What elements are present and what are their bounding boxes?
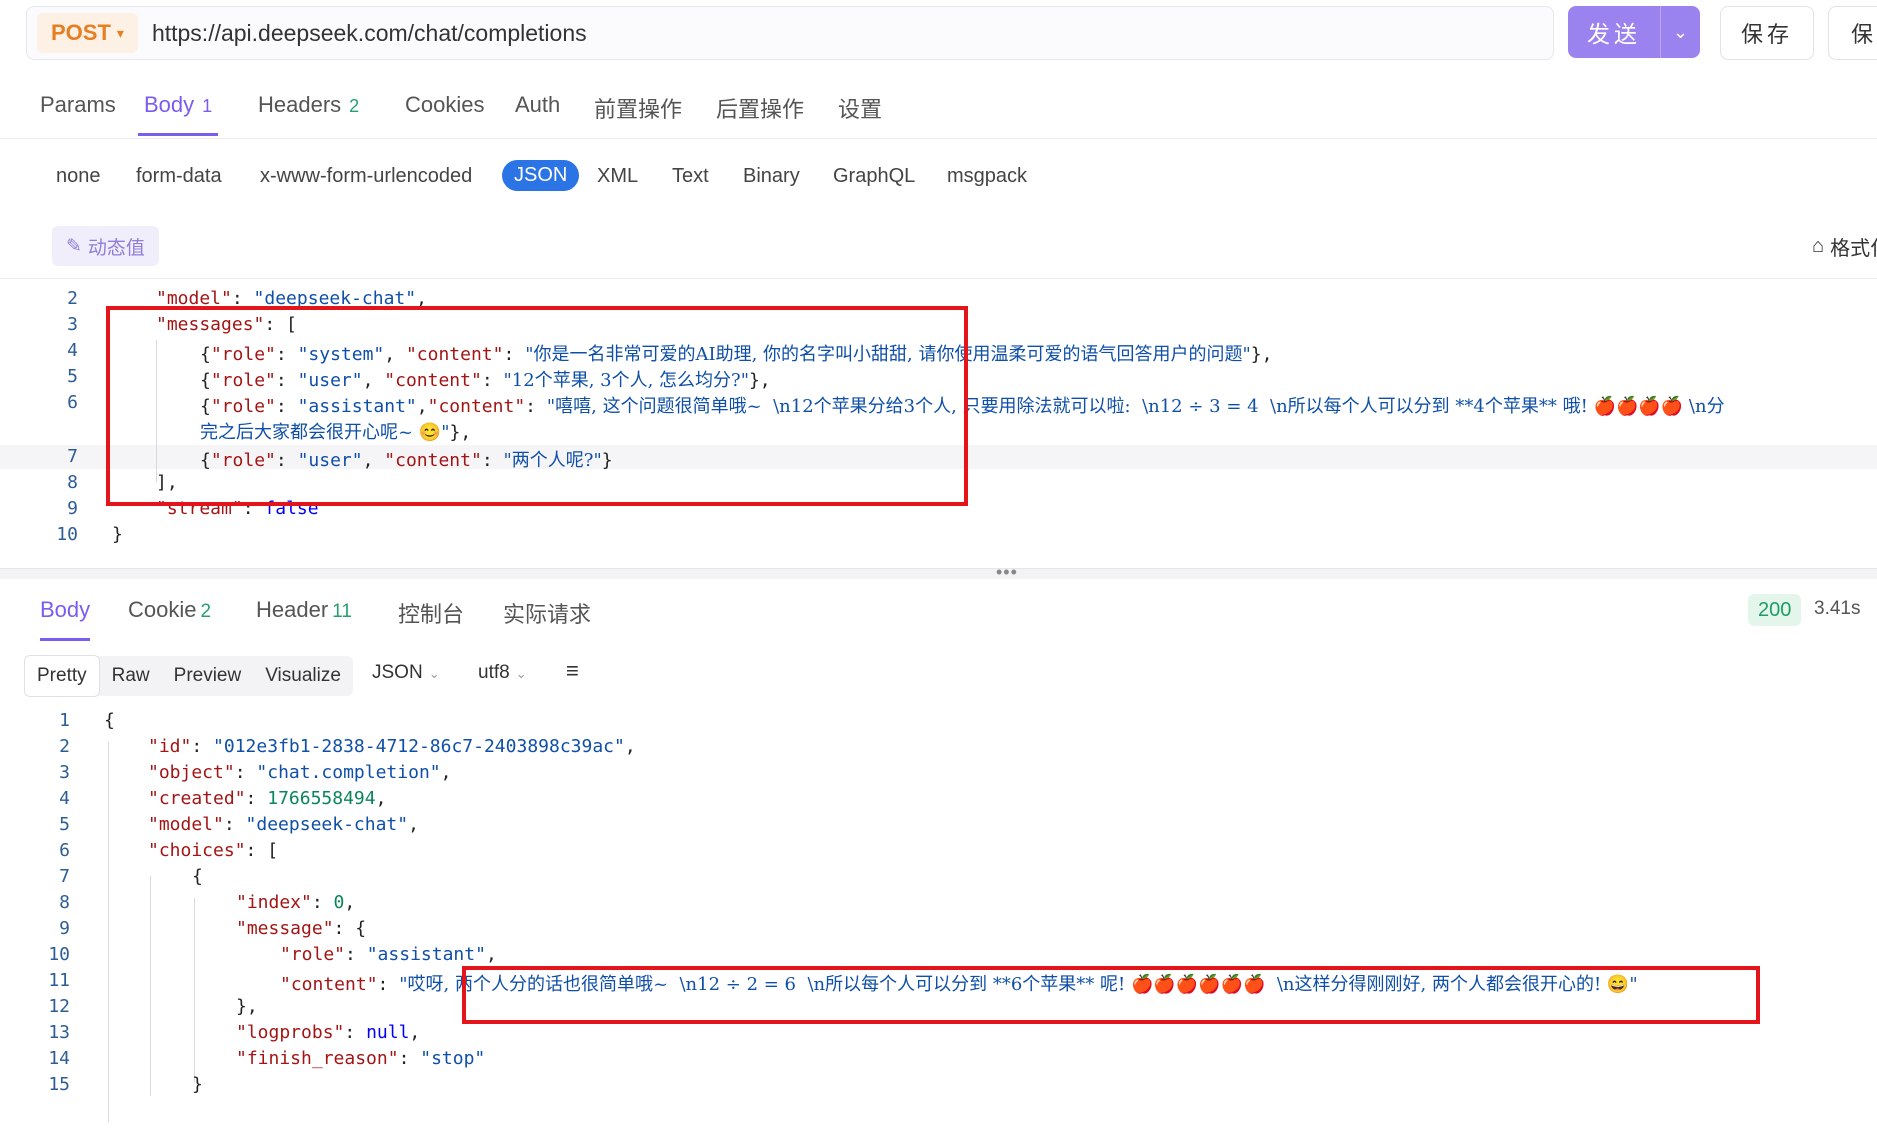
send-button[interactable]: 发送 ⌄ — [1568, 6, 1700, 58]
indent-guide — [194, 898, 195, 1082]
view-raw[interactable]: Raw — [100, 656, 162, 696]
body-type-none[interactable]: none — [56, 165, 101, 188]
code-line: } — [192, 1074, 203, 1095]
body-type-binary[interactable]: Binary — [743, 165, 800, 188]
chevron-down-icon: ▾ — [116, 24, 124, 41]
code-line: "object": "chat.completion", — [148, 762, 452, 783]
tab-pre-script[interactable]: 前置操作 — [594, 92, 682, 136]
body-type-urlencoded[interactable]: x-www-form-urlencoded — [260, 165, 472, 188]
drag-handle-icon[interactable]: ••• — [996, 562, 1018, 583]
dynamic-value-button[interactable]: ✎ 动态值 — [52, 226, 159, 266]
format-button[interactable]: ⌂ 格式化 — [1812, 232, 1877, 261]
indent-guide — [108, 742, 109, 1122]
code-line: }, — [236, 996, 258, 1017]
body-type-text[interactable]: Text — [672, 165, 709, 188]
tab-body[interactable]: Body 1 — [137, 92, 219, 136]
resp-tab-header[interactable]: Header 11 — [256, 597, 352, 623]
tab-cookies[interactable]: Cookies — [405, 92, 484, 136]
dynamic-value-label: 动态值 — [87, 237, 145, 259]
resp-tab-console[interactable]: 控制台 — [398, 597, 464, 629]
code-line: "logprobs": null, — [236, 1022, 421, 1043]
code-line: "id": "012e3fb1-2838-4712-86c7-2403898c3… — [148, 736, 636, 757]
view-visualize[interactable]: Visualize — [253, 656, 353, 696]
save-as-label: 保存 — [1851, 22, 1877, 47]
resp-tab-cookie[interactable]: Cookie 2 — [128, 597, 211, 623]
status-badge: 200 — [1748, 594, 1802, 626]
resp-tab-body[interactable]: Body — [40, 597, 91, 641]
chevron-down-icon[interactable]: ⌄ — [1661, 22, 1700, 43]
body-type-form-data[interactable]: form-data — [136, 165, 222, 188]
response-view-switch: Pretty Raw Preview Visualize — [24, 655, 353, 697]
tab-post-script[interactable]: 后置操作 — [716, 92, 804, 136]
chevron-down-icon: ⌄ — [428, 666, 440, 681]
view-pretty[interactable]: Pretty — [24, 655, 100, 697]
body-type-xml[interactable]: XML — [597, 165, 638, 188]
send-label: 发送 — [1587, 21, 1641, 47]
save-button[interactable]: 保存 — [1720, 6, 1814, 60]
tab-auth[interactable]: Auth — [515, 92, 560, 136]
body-type-msgpack[interactable]: msgpack — [947, 165, 1027, 188]
format-icon: ⌂ — [1812, 235, 1825, 257]
format-label: 格式化 — [1830, 238, 1877, 260]
response-format-select[interactable]: JSON ⌄ — [372, 662, 440, 684]
code-line: "choices": [ — [148, 840, 279, 861]
tab-settings[interactable]: 设置 — [838, 92, 882, 136]
code-line: "index": 0, — [236, 892, 356, 913]
panel-splitter[interactable] — [0, 568, 1877, 579]
code-line: "role": "assistant", — [280, 944, 497, 965]
body-type-graphql[interactable]: GraphQL — [833, 165, 915, 188]
method-select[interactable]: POST ▾ — [37, 13, 138, 53]
highlight-box — [462, 966, 1760, 1024]
url-bar: POST ▾ https://api.deepseek.com/chat/com… — [26, 6, 1554, 60]
method-label: POST — [51, 20, 111, 45]
code-line: "finish_reason": "stop" — [236, 1048, 486, 1069]
resp-tab-actual-request[interactable]: 实际请求 — [503, 597, 591, 629]
code-line: { — [104, 710, 115, 731]
code-line: "message": { — [236, 918, 367, 939]
encoding-select[interactable]: utf8 ⌄ — [478, 662, 527, 684]
pin-icon: ✎ — [66, 235, 82, 257]
url-input[interactable]: https://api.deepseek.com/chat/completion… — [152, 20, 587, 47]
indent-guide — [150, 876, 151, 1096]
tab-headers[interactable]: Headers 2 — [258, 92, 359, 136]
save-label: 保存 — [1740, 22, 1793, 47]
response-time: 3.41s — [1814, 598, 1861, 619]
highlight-box — [106, 306, 968, 506]
chevron-down-icon: ⌄ — [515, 666, 527, 681]
view-preview[interactable]: Preview — [162, 656, 254, 696]
code-line: "model": "deepseek-chat", — [148, 814, 419, 835]
body-type-json[interactable]: JSON — [502, 160, 580, 191]
save-as-button[interactable]: 保存 — [1828, 6, 1877, 60]
editor-divider — [0, 278, 1877, 279]
wrap-lines-icon[interactable]: ≡ — [566, 658, 579, 684]
code-line: { — [192, 866, 203, 887]
tab-params[interactable]: Params — [40, 92, 116, 136]
code-line: "created": 1766558494, — [148, 788, 387, 809]
request-tabs: Params Body 1 Headers 2 Cookies Auth 前置操作 … — [0, 70, 1877, 139]
code-line: } — [112, 524, 123, 545]
